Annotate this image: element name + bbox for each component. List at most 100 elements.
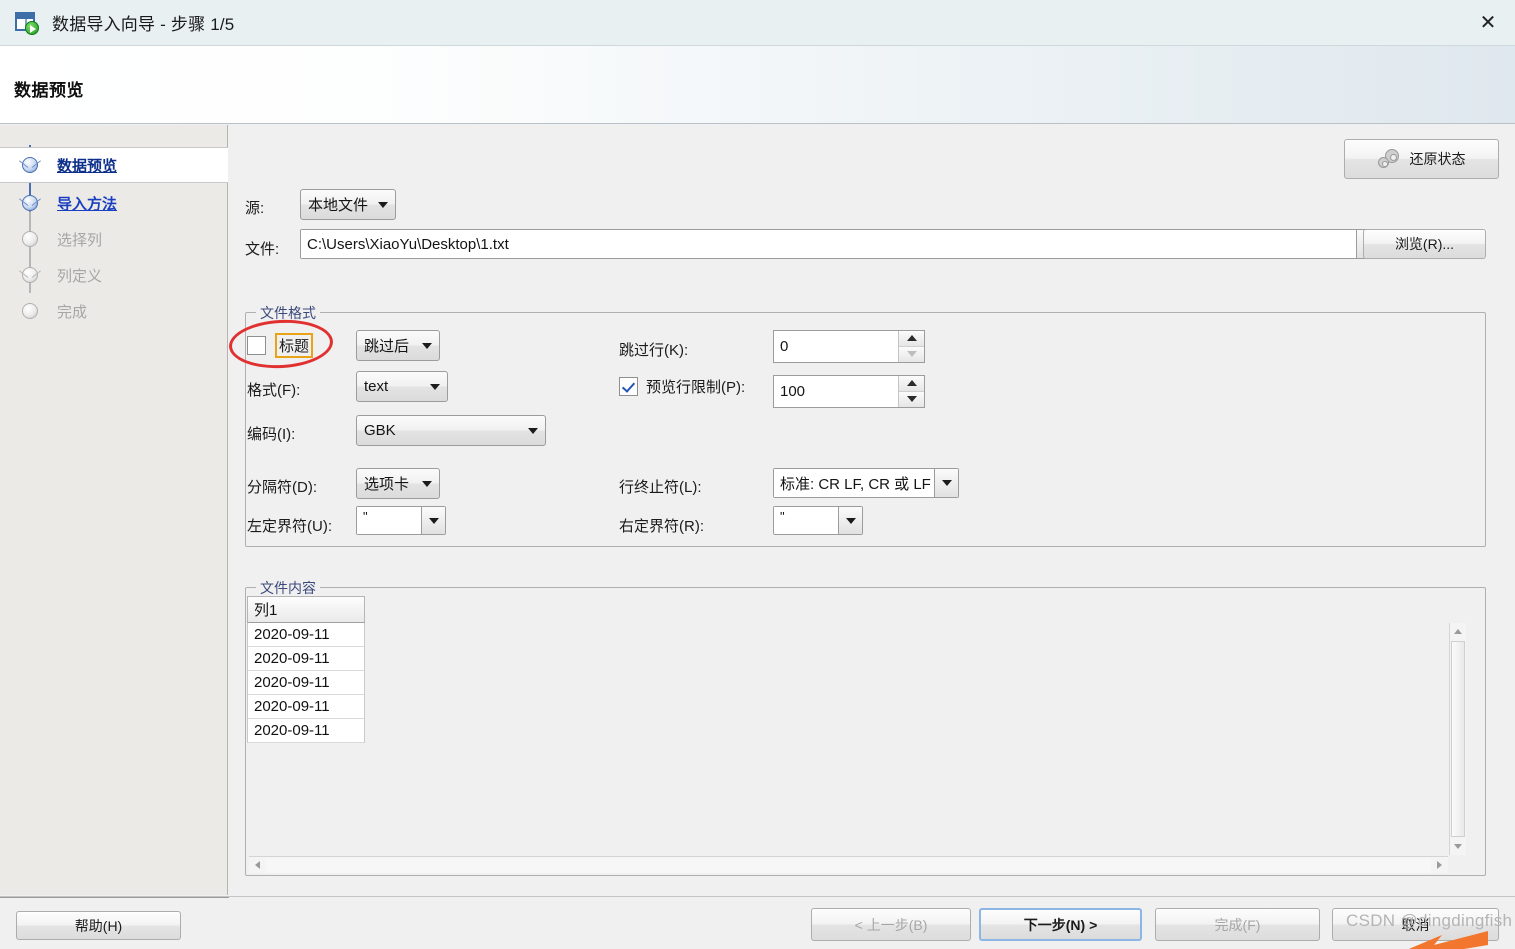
chevron-down-icon[interactable]: [934, 469, 958, 497]
header-checkbox-label[interactable]: 标题: [275, 333, 314, 358]
encoding-label: 编码(I):: [247, 426, 296, 443]
chevron-down-icon: [528, 427, 538, 434]
scroll-up-icon[interactable]: [1450, 623, 1467, 640]
file-path-combo[interactable]: C:\Users\XiaoYu\Desktop\1.txt: [300, 229, 1381, 259]
line-terminator-label: 行终止符(L):: [619, 479, 702, 496]
file-content-table: 列1 2020-09-11 2020-09-11 2020-09-11 2020…: [247, 596, 1484, 874]
chevron-down-icon: [430, 383, 440, 390]
preview-limit-value: 100: [780, 383, 806, 400]
preview-limit-label: 预览行限制(P):: [646, 379, 746, 396]
chevron-down-icon[interactable]: [838, 507, 862, 534]
table-row[interactable]: 2020-09-11: [247, 647, 365, 671]
step-node-icon: [18, 153, 42, 177]
title-mode-value: 跳过后: [364, 338, 410, 355]
footer-divider: [0, 897, 229, 898]
sidebar-item-column-definition: 列定义: [0, 257, 228, 293]
scroll-left-icon[interactable]: [249, 857, 266, 874]
header-checkbox-row: 标题: [247, 333, 314, 358]
preview-limit-row: 预览行限制(P):: [619, 376, 745, 397]
table-row[interactable]: 2020-09-11: [247, 719, 365, 743]
table-row[interactable]: 2020-09-11: [247, 695, 365, 719]
footer-bar: 帮助(H) < 上一步(B) 下一步(N) > 完成(F) 取消: [0, 896, 1515, 949]
sidebar-item-label: 选择列: [57, 231, 103, 249]
source-dropdown[interactable]: 本地文件: [300, 189, 396, 220]
sidebar-item-import-method[interactable]: 导入方法: [0, 185, 228, 221]
header-checkbox[interactable]: [247, 336, 266, 355]
left-quote-label: 左定界符(U):: [247, 518, 332, 535]
window-title: 数据导入向导 - 步骤 1/5: [52, 15, 235, 34]
gear-icon: [1377, 149, 1402, 169]
delimiter-dropdown[interactable]: 选项卡: [356, 468, 440, 499]
delimiter-label: 分隔符(D):: [247, 479, 317, 496]
table-row[interactable]: 2020-09-11: [247, 623, 365, 647]
browse-button[interactable]: 浏览(R)...: [1363, 229, 1486, 259]
table-vertical-scrollbar[interactable]: [1449, 623, 1466, 855]
horizontal-scroll-track[interactable]: [266, 857, 1431, 873]
skip-rows-increment[interactable]: [899, 331, 924, 347]
table-row[interactable]: 2020-09-11: [247, 671, 365, 695]
file-content-title: 文件内容: [256, 578, 320, 598]
right-quote-label: 右定界符(R):: [619, 518, 704, 535]
format-value: text: [364, 378, 389, 395]
cancel-button[interactable]: 取消: [1332, 908, 1499, 941]
import-wizard-icon: [14, 10, 40, 36]
sidebar-item-finish: 完成: [0, 293, 228, 329]
format-dropdown[interactable]: text: [356, 371, 448, 402]
format-label: 格式(F):: [247, 382, 301, 399]
file-path-value: C:\Users\XiaoYu\Desktop\1.txt: [301, 230, 1356, 258]
restore-state-label: 还原状态: [1409, 151, 1466, 167]
right-quote-combo[interactable]: ": [773, 506, 863, 535]
vertical-scroll-thumb[interactable]: [1451, 641, 1465, 837]
header-banner: [0, 46, 1515, 124]
table-column-header-label: 列1: [254, 602, 278, 619]
preview-limit-increment[interactable]: [899, 376, 924, 392]
table-cell: 2020-09-11: [254, 698, 330, 715]
table-horizontal-scrollbar[interactable]: [249, 856, 1448, 873]
preview-limit-checkbox[interactable]: [619, 377, 638, 396]
sidebar-item-data-preview[interactable]: 数据预览: [0, 147, 228, 183]
file-label: 文件:: [245, 241, 280, 258]
page-title: 数据预览: [14, 81, 84, 100]
table-cell: 2020-09-11: [254, 722, 330, 739]
table-cell: 2020-09-11: [254, 626, 330, 643]
restore-state-button[interactable]: 还原状态: [1344, 139, 1499, 179]
encoding-dropdown[interactable]: GBK: [356, 415, 546, 446]
close-icon[interactable]: ✕: [1461, 0, 1515, 45]
table-cell: 2020-09-11: [254, 650, 330, 667]
right-quote-value: ": [774, 507, 838, 534]
encoding-value: GBK: [364, 422, 396, 439]
file-format-title: 文件格式: [256, 303, 320, 323]
chevron-down-icon: [422, 342, 432, 349]
help-button[interactable]: 帮助(H): [16, 911, 181, 940]
skip-rows-stepper[interactable]: 0: [773, 330, 925, 363]
step-node-icon: [18, 299, 42, 323]
scroll-right-icon[interactable]: [1431, 857, 1448, 874]
main-panel: 还原状态 源: 本地文件 文件: C:\Users\XiaoYu\Desktop…: [229, 125, 1515, 895]
chevron-down-icon[interactable]: [421, 507, 445, 534]
source-value: 本地文件: [308, 197, 369, 214]
delimiter-value: 选项卡: [364, 476, 410, 493]
preview-limit-decrement[interactable]: [899, 391, 924, 407]
scroll-down-icon[interactable]: [1450, 838, 1467, 855]
sidebar-item-select-columns: 选择列: [0, 221, 228, 257]
source-label: 源:: [245, 200, 265, 217]
step-node-icon: [18, 227, 42, 251]
sidebar-item-label: 完成: [57, 303, 88, 321]
line-terminator-combo[interactable]: 标准: CR LF, CR 或 LF: [773, 468, 959, 498]
skip-rows-decrement[interactable]: [899, 346, 924, 362]
skip-rows-value: 0: [780, 338, 789, 355]
preview-limit-stepper[interactable]: 100: [773, 375, 925, 408]
skip-rows-label: 跳过行(K):: [619, 342, 689, 359]
table-cell: 2020-09-11: [254, 674, 330, 691]
import-wizard-window: 数据导入向导 - 步骤 1/5 ✕ 数据预览 数据预览 导入方法 选择列 列定义…: [0, 0, 1515, 949]
next-button[interactable]: 下一步(N) >: [979, 908, 1142, 941]
line-terminator-value: 标准: CR LF, CR 或 LF: [774, 469, 934, 497]
wizard-steps-sidebar: 数据预览 导入方法 选择列 列定义 完成: [0, 125, 228, 895]
table-column-header[interactable]: 列1: [247, 596, 365, 623]
left-quote-combo[interactable]: ": [356, 506, 446, 535]
finish-button: 完成(F): [1155, 908, 1320, 941]
left-quote-value: ": [357, 507, 421, 534]
titlebar: 数据导入向导 - 步骤 1/5 ✕: [0, 0, 1515, 46]
chevron-down-icon: [378, 201, 388, 208]
title-mode-dropdown[interactable]: 跳过后: [356, 330, 440, 361]
